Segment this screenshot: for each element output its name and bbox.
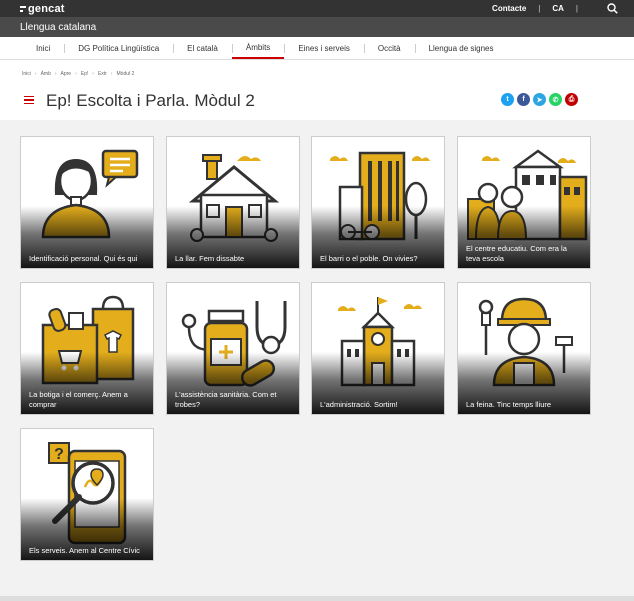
breadcrumb-item[interactable]: Inici xyxy=(22,71,31,77)
breadcrumb-separator: › xyxy=(54,71,57,77)
card-label: El centre educatiu. Com era la teva esco… xyxy=(466,244,567,263)
search-button[interactable] xyxy=(590,0,634,17)
search-icon xyxy=(606,3,618,14)
top-links: Contacte | CA | xyxy=(492,0,634,17)
card-label: L'administració. Sortim! xyxy=(320,400,398,409)
nav-item-6[interactable]: Llengua de signes xyxy=(414,37,508,59)
card-label: La feina. Tinc temps lliure xyxy=(466,400,552,409)
topic-card[interactable]: El barri o el poble. On vivies? xyxy=(311,136,445,269)
page-title: Ep! Escolta i Parla. Mòdul 2 xyxy=(46,91,255,110)
facebook-icon[interactable]: f xyxy=(517,93,530,106)
nav-item-1[interactable]: DG Política Lingüística xyxy=(64,37,173,59)
topic-card[interactable]: La botiga i el comerç. Anem a comprar xyxy=(20,282,154,415)
site-name[interactable]: Llengua catalana xyxy=(20,22,96,33)
breadcrumb-item[interactable]: Apre xyxy=(61,71,72,77)
breadcrumb-separator: › xyxy=(92,71,94,77)
card-label: La llar. Fem dissabte xyxy=(175,254,245,263)
svg-text:?: ? xyxy=(54,446,64,463)
nav-item-0[interactable]: Inici xyxy=(22,37,64,59)
main-content: Identificació personal. Qui és qui La lla… xyxy=(0,120,634,596)
logo-text: gencat xyxy=(28,2,65,15)
top-bar: gencat Contacte | CA | xyxy=(0,0,634,17)
breadcrumb-separator: › xyxy=(34,71,37,77)
print-icon[interactable]: ⎙ xyxy=(565,93,578,106)
topic-card[interactable]: El centre educatiu. Com era la teva esco… xyxy=(457,136,591,269)
card-label: Els serveis. Anem al Centre Cívic xyxy=(29,546,140,555)
topic-card[interactable]: ? Els serveis. Anem al Centre Cívic xyxy=(20,428,154,561)
language-selector[interactable]: CA xyxy=(552,4,564,13)
nav-item-4[interactable]: Eines i serveis xyxy=(284,37,364,59)
contact-link[interactable]: Contacte xyxy=(492,4,526,13)
topic-card[interactable]: L'assistència sanitària. Com et trobes? xyxy=(166,282,300,415)
twitter-icon[interactable]: t xyxy=(501,93,514,106)
breadcrumb-separator: › xyxy=(75,71,77,77)
nav-item-2[interactable]: El català xyxy=(173,37,232,59)
share-buttons: t f ➤ ✆ ⎙ xyxy=(501,93,578,106)
breadcrumb-item[interactable]: Ep! xyxy=(81,71,89,77)
footer-strip xyxy=(0,596,634,601)
main-nav: Inici DG Política Lingüística El català Àmb… xyxy=(0,37,634,60)
breadcrumb-item[interactable]: Extr xyxy=(98,71,107,77)
card-label: La botiga i el comerç. Anem a comprar xyxy=(29,390,128,409)
site-name-bar: Llengua catalana xyxy=(0,17,634,37)
menu-icon[interactable] xyxy=(24,96,34,104)
nav-item-3[interactable]: Àmbits xyxy=(231,37,285,59)
divider: | xyxy=(538,4,541,13)
gencat-logo[interactable]: gencat xyxy=(20,3,65,15)
breadcrumb-item[interactable]: Àmb xyxy=(41,71,51,77)
card-label: El barri o el poble. On vivies? xyxy=(320,254,418,263)
whatsapp-icon[interactable]: ✆ xyxy=(549,93,562,106)
topic-card[interactable]: La feina. Tinc temps lliure xyxy=(457,282,591,415)
topic-card[interactable]: La llar. Fem dissabte xyxy=(166,136,300,269)
telegram-icon[interactable]: ➤ xyxy=(533,93,546,106)
breadcrumb-separator: › xyxy=(110,71,113,77)
nav-item-5[interactable]: Occità xyxy=(363,37,415,59)
card-label: Identificació personal. Qui és qui xyxy=(29,254,138,263)
breadcrumb: Inici › Àmb › Apre › Ep! › Extr › Mòdul 2 xyxy=(22,71,138,77)
topic-card[interactable]: L'administració. Sortim! xyxy=(311,282,445,415)
topic-card[interactable]: Identificació personal. Qui és qui xyxy=(20,136,154,269)
breadcrumb-item: Mòdul 2 xyxy=(116,71,135,77)
divider: | xyxy=(575,4,578,13)
logo-mark-icon xyxy=(20,5,26,12)
card-label: L'assistència sanitària. Com et trobes? xyxy=(175,390,277,409)
